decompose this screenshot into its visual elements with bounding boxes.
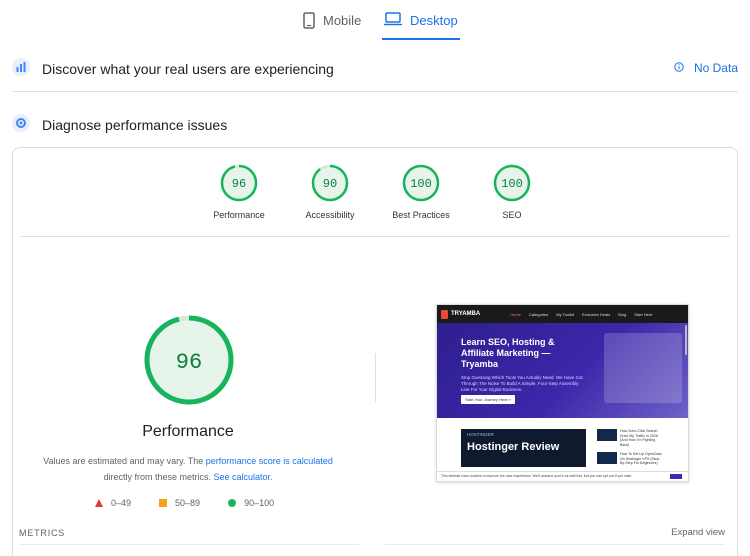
red-triangle-icon — [95, 499, 103, 507]
thumb-menu: Home Categories My Toolkit Exclusive Dea… — [510, 312, 652, 317]
thumb-cookie-text: This website uses cookies to improve the… — [441, 474, 633, 478]
thumb-side-text: How To Set Up OpenClaw On Hostinger VPS … — [620, 452, 662, 465]
legend-pass: 90–100 — [228, 498, 274, 508]
thumb-cookie-button — [670, 474, 682, 479]
thumb-menu-item: Blog — [618, 311, 627, 317]
thumb-side-image — [597, 429, 617, 441]
gauges-divider — [20, 236, 730, 237]
thumb-menu-item: My Toolkit — [556, 311, 574, 317]
thumb-logo: TRYAMBA — [441, 309, 481, 319]
thumb-menu-item: Start Here — [634, 311, 653, 317]
thumb-side-text: How Zoho Click Search Drive My Traffic I… — [620, 429, 658, 447]
thumb-cookie-bar: This website uses cookies to improve the… — [437, 471, 688, 481]
thumb-scrollbar — [685, 325, 687, 355]
thumb-navbar: TRYAMBA Home Categories My Toolkit Exclu… — [437, 305, 688, 323]
info-icon — [674, 61, 684, 75]
legend-pass-range: 90–100 — [244, 498, 275, 508]
diagnose-title: Diagnose performance issues — [42, 117, 228, 133]
real-users-title: Discover what your real users are experi… — [42, 61, 334, 77]
gauge-accessibility-ring: 90 — [311, 164, 349, 202]
metrics-heading: METRICS — [19, 528, 66, 538]
final-screenshot[interactable]: TRYAMBA Home Categories My Toolkit Exclu… — [436, 304, 689, 482]
score-legend: 0–49 50–89 90–100 — [95, 498, 274, 508]
thumb-logo-text: TRYAMBA — [451, 311, 481, 317]
thumb-card-title: Hostinger Review — [467, 441, 560, 453]
main-performance-gauge: 96 — [143, 314, 235, 411]
gauge-performance-value: 96 — [232, 177, 246, 191]
no-data-status[interactable]: No Data — [674, 61, 738, 75]
device-tabs: Mobile Desktop — [0, 0, 750, 40]
desc-prefix: Values are estimated and may vary. The — [43, 456, 206, 466]
metrics-divider-left — [19, 544, 359, 545]
vertical-divider — [375, 353, 376, 403]
gauge-seo-ring: 100 — [493, 164, 531, 202]
gauge-seo[interactable]: 100 SEO — [467, 164, 557, 220]
thumb-side-list: How Zoho Click Search Drive My Traffic I… — [597, 429, 665, 467]
thumb-side-item: How Zoho Click Search Drive My Traffic I… — [597, 429, 665, 447]
legend-average: 50–89 — [159, 498, 200, 508]
tab-mobile[interactable]: Mobile — [303, 12, 361, 40]
gauge-performance[interactable]: 96 Performance — [194, 164, 284, 220]
main-performance-label: Performance — [142, 423, 234, 440]
thumb-hero-title: Learn SEO, Hosting & Affiliate Marketing… — [461, 337, 555, 369]
orange-square-icon — [159, 499, 168, 507]
phone-icon — [303, 12, 315, 32]
thumb-hero-button: Start Your Journey Here » — [461, 395, 516, 404]
thumb-menu-item: Home — [510, 311, 521, 317]
laptop-icon — [384, 12, 402, 29]
thumb-hero: Learn SEO, Hosting & Affiliate Marketing… — [437, 323, 688, 418]
legend-average-range: 50–89 — [175, 498, 201, 508]
tab-desktop[interactable]: Desktop — [382, 12, 460, 40]
thumb-hero-image — [604, 333, 682, 403]
legend-fail-range: 0–49 — [111, 498, 132, 508]
thumb-hero-subtitle: Stop Guessing Which Tools You Actually N… — [461, 375, 583, 392]
thumb-side-image — [597, 452, 617, 464]
no-data-label: No Data — [693, 61, 738, 75]
diagnose-section: Diagnose performance issues — [12, 111, 738, 139]
gauge-performance-label: Performance — [213, 210, 265, 220]
gauge-accessibility-value: 90 — [323, 177, 337, 191]
gauge-best-practices-value: 100 — [410, 177, 432, 191]
thumb-logo-mark — [441, 309, 448, 319]
thumb-menu-item: Categories — [528, 311, 549, 317]
gauge-best-practices[interactable]: 100 Best Practices — [376, 164, 466, 220]
gauge-seo-value: 100 — [501, 177, 523, 191]
thumb-featured-card: HOSTINGER Hostinger Review — [461, 429, 586, 467]
thumb-menu-item: Exclusive Deals — [581, 311, 611, 317]
gauge-seo-label: SEO — [502, 210, 522, 220]
main-performance-ring: 96 — [144, 315, 234, 405]
metrics-divider-right — [385, 544, 725, 545]
thumb-card-brand: HOSTINGER — [467, 432, 494, 437]
crux-icon — [12, 57, 30, 81]
green-circle-icon — [228, 499, 237, 507]
gauge-accessibility-label: Accessibility — [305, 210, 355, 220]
desc-mid: directly from these metrics. — [103, 472, 214, 482]
score-gauges: 96 Performance 90 Accessibility 100 Best… — [13, 164, 737, 238]
gauge-accessibility[interactable]: 90 Accessibility — [285, 164, 375, 220]
gauge-best-practices-label: Best Practices — [392, 210, 450, 220]
lighthouse-report-card: 96 Performance 90 Accessibility 100 Best… — [12, 147, 738, 556]
legend-fail: 0–49 — [95, 498, 131, 508]
section-divider — [12, 91, 738, 92]
gauge-best-practices-ring: 100 — [402, 164, 440, 202]
gauge-performance-ring: 96 — [220, 164, 258, 202]
tab-mobile-label: Mobile — [323, 13, 362, 28]
real-users-section: Discover what your real users are experi… — [12, 55, 738, 83]
see-calculator-link[interactable]: See calculator. — [213, 472, 272, 482]
tab-desktop-label: Desktop — [410, 13, 458, 28]
lighthouse-icon — [12, 113, 30, 137]
performance-description: Values are estimated and may vary. The p… — [38, 453, 338, 485]
expand-view-button[interactable]: Expand view — [671, 527, 725, 538]
score-calculated-link[interactable]: performance score is calculated — [206, 456, 333, 466]
main-performance-value: 96 — [176, 350, 202, 375]
thumb-side-item: How To Set Up OpenClaw On Hostinger VPS … — [597, 452, 665, 466]
